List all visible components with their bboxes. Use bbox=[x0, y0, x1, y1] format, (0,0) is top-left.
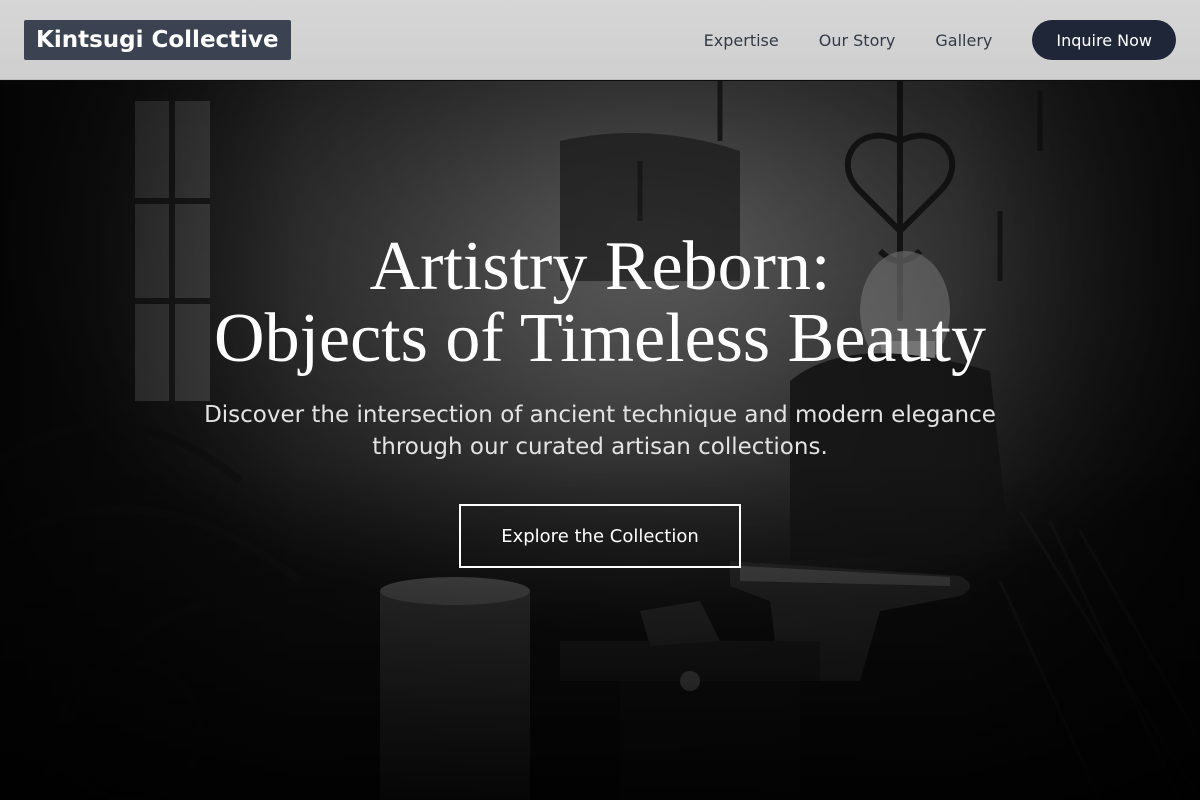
hero-title: Artistry Reborn: Objects of Timeless Bea… bbox=[0, 231, 1200, 375]
hero-section: Artistry Reborn: Objects of Timeless Bea… bbox=[0, 81, 1200, 800]
hero-subtitle: Discover the intersection of ancient tec… bbox=[0, 399, 1200, 463]
hero-subtitle-line1: Discover the intersection of ancient tec… bbox=[204, 402, 996, 428]
explore-collection-button[interactable]: Explore the Collection bbox=[459, 504, 741, 568]
landing-page: Kintsugi Collective Expertise Our Story … bbox=[0, 0, 1200, 800]
hero-title-line2: Objects of Timeless Beauty bbox=[214, 300, 986, 377]
hero-title-line1: Artistry Reborn: bbox=[369, 228, 831, 305]
nav-link-expertise[interactable]: Expertise bbox=[704, 31, 779, 50]
brand-logo[interactable]: Kintsugi Collective bbox=[24, 20, 291, 60]
main-nav: Expertise Our Story Gallery Inquire Now bbox=[704, 0, 1176, 80]
hero-subtitle-line2: through our curated artisan collections. bbox=[372, 434, 828, 460]
site-header: Kintsugi Collective Expertise Our Story … bbox=[0, 0, 1200, 80]
nav-link-gallery[interactable]: Gallery bbox=[935, 31, 992, 50]
nav-link-our-story[interactable]: Our Story bbox=[819, 31, 896, 50]
hero-content: Artistry Reborn: Objects of Timeless Bea… bbox=[0, 81, 1200, 800]
inquire-now-button[interactable]: Inquire Now bbox=[1032, 20, 1176, 60]
